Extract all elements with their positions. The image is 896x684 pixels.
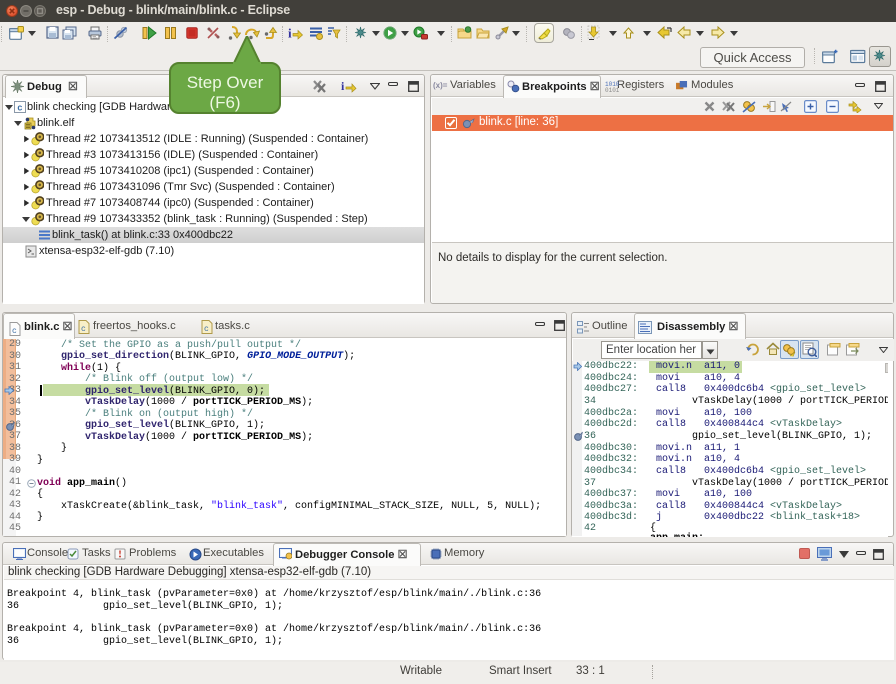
svg-text:i: i	[288, 26, 292, 40]
svg-text:c: c	[204, 325, 209, 334]
svg-text:c: c	[17, 103, 22, 113]
svg-text:0101: 0101	[605, 87, 619, 93]
svg-text:c: c	[12, 327, 17, 336]
svg-text:i: i	[341, 79, 345, 93]
svg-text:c: c	[81, 325, 86, 334]
